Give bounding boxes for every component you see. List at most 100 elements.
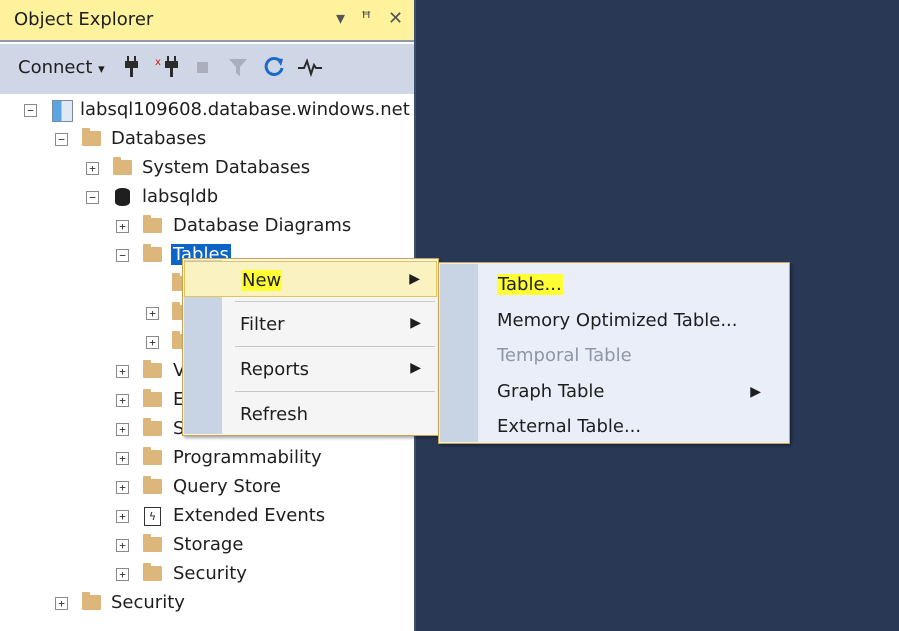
expand-icon[interactable]: + (116, 452, 129, 465)
tree-node-label: Security (111, 592, 185, 613)
expand-icon[interactable]: + (116, 510, 129, 523)
menu-item-new[interactable]: New ▶ (184, 261, 437, 297)
tree-node-server-security[interactable]: + Security (0, 591, 360, 617)
tree-node-tables-child-1[interactable] (0, 272, 200, 298)
expand-icon[interactable]: + (146, 336, 159, 349)
expand-icon[interactable]: + (116, 423, 129, 436)
menu-item-filter[interactable]: Filter ▶ (184, 306, 437, 342)
tree-node-tables-child-2[interactable]: + (0, 301, 200, 327)
tree-node-views[interactable]: + V (0, 359, 200, 385)
menu-item-label: New (241, 270, 283, 291)
menu-item-label: Temporal Table (497, 345, 632, 366)
expand-icon[interactable]: + (116, 568, 129, 581)
folder-icon (143, 389, 162, 407)
svg-text:x: x (155, 57, 161, 68)
menu-separator (235, 346, 435, 347)
auto-hide-pin-icon[interactable]: ꟸ (361, 8, 371, 29)
submenu-item-table[interactable]: Table... (497, 268, 777, 302)
tree-node-server[interactable]: − labsql109608.database.windows.net (SQ (0, 98, 414, 124)
expand-icon[interactable]: + (116, 365, 129, 378)
menu-item-label: Table... (497, 274, 563, 295)
stop-icon[interactable] (196, 56, 210, 83)
submenu-arrow-icon: ▶ (410, 315, 421, 331)
server-icon (52, 100, 73, 122)
tree-node-database-labsqldb[interactable]: − labsqldb (0, 185, 300, 211)
submenu-item-graph-table[interactable]: Graph Table ▶ (497, 375, 777, 409)
menu-item-reports[interactable]: Reports ▶ (184, 351, 437, 387)
tree-node-label: Query Store (173, 476, 281, 497)
tree-node-label: Database Diagrams (173, 215, 352, 236)
menu-item-label: Reports (240, 359, 310, 380)
folder-icon (143, 215, 162, 233)
collapse-icon[interactable]: − (116, 249, 129, 262)
collapse-icon[interactable]: − (55, 133, 68, 146)
refresh-icon[interactable] (263, 56, 285, 83)
menu-separator (235, 301, 435, 302)
expand-icon[interactable]: + (55, 597, 68, 610)
folder-icon (113, 157, 132, 175)
folder-icon (143, 534, 162, 552)
expand-icon[interactable]: + (116, 220, 129, 233)
tree-node-tables-child-3[interactable]: + (0, 330, 200, 356)
panel-title: Object Explorer (14, 9, 154, 30)
tree-node-label: Programmability (173, 447, 322, 468)
extended-events-icon: ϟ (144, 507, 161, 526)
tree-node-synonyms[interactable]: + S (0, 417, 200, 443)
object-explorer-title-bar: Object Explorer ▾ ꟸ ✕ (0, 0, 414, 42)
expand-icon[interactable]: + (116, 481, 129, 494)
submenu-item-external-table[interactable]: External Table... (497, 410, 777, 444)
folder-icon (143, 563, 162, 581)
submenu-arrow-icon: ▶ (409, 271, 420, 287)
expand-icon[interactable]: + (116, 394, 129, 407)
connect-label: Connect (18, 57, 93, 78)
tree-node-extended-events[interactable]: + ϟ Extended Events (0, 504, 360, 530)
expand-icon[interactable]: + (86, 162, 99, 175)
connect-button[interactable]: Connect ▾ (18, 57, 105, 78)
tree-node-system-databases[interactable]: + System Databases (0, 156, 320, 182)
menu-item-label: Graph Table (497, 381, 605, 402)
tables-context-menu: New ▶ Filter ▶ Reports ▶ Refresh (182, 258, 439, 436)
tree-node-label: Extended Events (173, 505, 326, 526)
new-submenu: Table... Memory Optimized Table... Tempo… (438, 262, 790, 444)
tree-node-databases[interactable]: − Databases (0, 127, 300, 153)
window-position-dropdown-icon[interactable]: ▾ (336, 8, 345, 29)
menu-item-refresh[interactable]: Refresh (184, 396, 437, 432)
collapse-icon[interactable]: − (24, 104, 37, 117)
tree-node-label: Databases (111, 128, 207, 149)
object-explorer-toolbar: Connect ▾ x (0, 44, 414, 94)
menu-item-label: External Table... (497, 416, 642, 437)
folder-icon (143, 244, 162, 262)
connect-dropdown-icon: ▾ (98, 62, 105, 77)
tree-node-query-store[interactable]: + Query Store (0, 475, 360, 501)
expand-icon[interactable]: + (116, 539, 129, 552)
database-icon (115, 188, 130, 206)
submenu-arrow-icon: ▶ (750, 384, 761, 400)
submenu-item-memory-optimized-table[interactable]: Memory Optimized Table... (497, 304, 777, 338)
menu-item-label: Filter (240, 314, 285, 335)
close-icon[interactable]: ✕ (388, 8, 403, 29)
submenu-arrow-icon: ▶ (410, 360, 421, 376)
tree-node-database-diagrams[interactable]: + Database Diagrams (0, 214, 360, 240)
collapse-icon[interactable]: − (86, 191, 99, 204)
disconnect-plug-icon[interactable]: x (155, 56, 181, 83)
folder-icon (82, 592, 101, 610)
folder-icon (143, 360, 162, 378)
folder-icon (82, 128, 101, 146)
menu-item-label: Memory Optimized Table... (497, 310, 738, 331)
tree-node-programmability[interactable]: + Programmability (0, 446, 360, 472)
tree-node-label: System Databases (142, 157, 311, 178)
tree-node-label: labsql109608.database.windows.net (SQ (80, 99, 416, 120)
submenu-item-temporal-table: Temporal Table (497, 339, 777, 373)
tree-node-external-resources[interactable]: + E (0, 388, 200, 414)
tree-node-storage[interactable]: + Storage (0, 533, 360, 559)
folder-icon (143, 418, 162, 436)
expand-icon[interactable]: + (146, 307, 159, 320)
tree-node-label: Storage (173, 534, 244, 555)
connect-plug-icon[interactable] (124, 56, 140, 83)
filter-icon[interactable] (228, 56, 248, 83)
tree-node-label: labsqldb (142, 186, 219, 207)
tree-node-database-security[interactable]: + Security (0, 562, 360, 588)
activity-monitor-icon[interactable] (297, 56, 323, 83)
menu-item-label: Refresh (240, 404, 308, 425)
folder-icon (143, 447, 162, 465)
